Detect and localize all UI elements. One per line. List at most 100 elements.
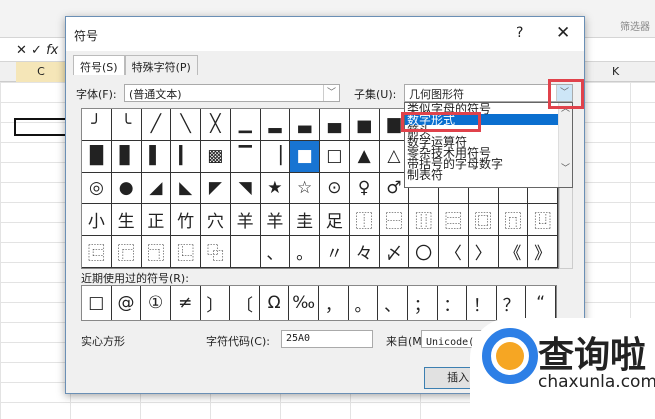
symbol-cell[interactable]: ▕: [260, 140, 291, 173]
symbol-cell[interactable]: 〈: [439, 236, 469, 268]
symbol-cell[interactable]: 穴: [201, 204, 231, 237]
symbol-cell[interactable]: ╲: [171, 109, 201, 141]
symbol-cell[interactable]: ⿰: [349, 204, 380, 237]
symbol-cell[interactable]: ⿺: [171, 236, 201, 268]
symbol-cell[interactable]: ●: [111, 172, 142, 205]
symbol-cell[interactable]: ▃: [290, 109, 320, 141]
ribbon-group-label: 筛选器: [620, 22, 650, 33]
symbol-cell[interactable]: 〉: [468, 236, 499, 268]
font-select[interactable]: (普通文本) ﹀: [124, 84, 340, 102]
symbol-cell[interactable]: 》: [528, 236, 558, 268]
tab-special-chars[interactable]: 特殊字符(P): [124, 55, 198, 75]
symbol-cell[interactable]: ╳: [201, 109, 231, 141]
symbol-cell[interactable]: 〇: [409, 236, 439, 268]
title-bar: 符号 ? ✕: [66, 17, 584, 51]
column-header-k[interactable]: K: [612, 65, 619, 78]
symbol-cell[interactable]: ⿲: [409, 204, 439, 237]
symbol-cell[interactable]: ╯: [82, 109, 112, 141]
symbol-cell[interactable]: ◥: [230, 172, 261, 205]
symbol-cell[interactable]: ⿶: [528, 204, 558, 237]
symbol-cell[interactable]: ■: [290, 140, 320, 173]
symbol-cell[interactable]: ▅: [349, 109, 380, 141]
char-name: 实心方形: [81, 335, 125, 348]
symbol-cell[interactable]: ╱: [141, 109, 172, 141]
recent-symbol[interactable]: @: [112, 286, 142, 320]
symbol-cell[interactable]: ◎: [82, 172, 112, 205]
symbol-cell[interactable]: [230, 236, 261, 268]
symbol-cell[interactable]: 正: [141, 204, 172, 237]
symbol-cell[interactable]: 竹: [171, 204, 201, 237]
symbol-cell[interactable]: 圭: [290, 204, 320, 237]
recent-symbols-label: 近期使用过的符号(R):: [81, 272, 189, 285]
recent-symbol[interactable]: 。: [349, 286, 379, 320]
recent-symbol[interactable]: ‰: [289, 286, 319, 320]
symbol-cell[interactable]: 。: [290, 236, 320, 268]
recent-symbol[interactable]: ？: [497, 286, 527, 320]
symbol-cell[interactable]: ☆: [290, 172, 320, 205]
symbol-cell[interactable]: ▂: [260, 109, 291, 141]
chevron-down-icon[interactable]: ﹀: [323, 85, 339, 101]
symbol-cell[interactable]: ◤: [201, 172, 231, 205]
symbol-cell[interactable]: 羊: [260, 204, 291, 237]
recent-symbol[interactable]: “: [526, 286, 556, 320]
recent-symbol[interactable]: □: [82, 286, 112, 320]
symbol-cell[interactable]: ▲: [349, 140, 380, 173]
symbol-cell[interactable]: ▎: [171, 140, 201, 173]
symbol-cell[interactable]: 〃: [320, 236, 350, 268]
column-header-c[interactable]: C: [16, 62, 66, 82]
recent-symbol[interactable]: ，: [319, 286, 349, 320]
help-button[interactable]: ?: [516, 25, 523, 41]
recent-symbols[interactable]: □ @ ① ≠ 〕〔 Ω ‰，。、；：！？ “: [81, 285, 557, 321]
watermark-logo: 查询啦 chaxunla.com: [470, 318, 655, 419]
symbol-cell[interactable]: ▁: [230, 109, 261, 141]
symbol-cell[interactable]: 足: [320, 204, 350, 237]
symbol-cell[interactable]: ♀: [349, 172, 380, 205]
char-code-input[interactable]: 25A0: [281, 330, 373, 348]
close-button[interactable]: ✕: [556, 23, 570, 43]
symbol-cell[interactable]: □: [320, 140, 350, 173]
symbol-cell[interactable]: ◣: [171, 172, 201, 205]
subset-label: 子集(U):: [354, 88, 397, 101]
symbol-cell[interactable]: ⿳: [439, 204, 469, 237]
symbol-cell[interactable]: 〆: [379, 236, 410, 268]
symbol-cell[interactable]: 生: [111, 204, 142, 237]
watermark-text: 查询啦: [538, 335, 647, 376]
symbol-cell[interactable]: ▌: [141, 140, 172, 173]
recent-symbol[interactable]: 〕: [201, 286, 231, 320]
symbol-cell[interactable]: ⿸: [111, 236, 142, 268]
annotation-box: [401, 112, 481, 132]
symbol-cell[interactable]: 小: [82, 204, 112, 237]
symbol-cell[interactable]: █: [82, 140, 112, 173]
recent-symbol[interactable]: ！: [467, 286, 497, 320]
symbol-cell[interactable]: ⿵: [498, 204, 529, 237]
symbol-cell[interactable]: ⿻: [201, 236, 231, 268]
symbol-cell[interactable]: ▔: [230, 140, 261, 173]
symbol-cell[interactable]: 、: [260, 236, 291, 268]
symbol-cell[interactable]: ⿹: [141, 236, 172, 268]
recent-symbol[interactable]: ：: [438, 286, 468, 320]
recent-symbol[interactable]: Ω: [260, 286, 290, 320]
dropdown-scrollbar[interactable]: ︿ ﹀: [558, 103, 572, 187]
symbol-cell[interactable]: ◢: [141, 172, 172, 205]
symbol-cell[interactable]: ▄: [320, 109, 350, 141]
symbol-cell[interactable]: ▩: [201, 140, 231, 173]
cancel-confirm-icons[interactable]: ✕ ✓ fx: [16, 43, 58, 58]
recent-symbol[interactable]: ≠: [171, 286, 201, 320]
symbol-cell[interactable]: ★: [260, 172, 291, 205]
symbol-cell[interactable]: 羊: [230, 204, 261, 237]
symbol-cell[interactable]: ⊙: [320, 172, 350, 205]
tab-strip: 符号(S) 特殊字符(P): [73, 55, 198, 75]
symbol-cell[interactable]: 《: [498, 236, 529, 268]
recent-symbol[interactable]: 、: [378, 286, 408, 320]
symbol-cell[interactable]: ⿷: [82, 236, 112, 268]
symbol-cell[interactable]: ▊: [111, 140, 142, 173]
recent-symbol[interactable]: ①: [141, 286, 171, 320]
symbol-cell[interactable]: ╰: [111, 109, 142, 141]
dialog-title: 符号: [74, 29, 99, 43]
symbol-cell[interactable]: ⿱: [379, 204, 410, 237]
recent-symbol[interactable]: ；: [408, 286, 438, 320]
recent-symbol[interactable]: 〔: [230, 286, 260, 320]
symbol-cell[interactable]: ⿴: [468, 204, 499, 237]
symbol-cell[interactable]: 々: [349, 236, 380, 268]
tab-symbols[interactable]: 符号(S): [73, 55, 125, 75]
